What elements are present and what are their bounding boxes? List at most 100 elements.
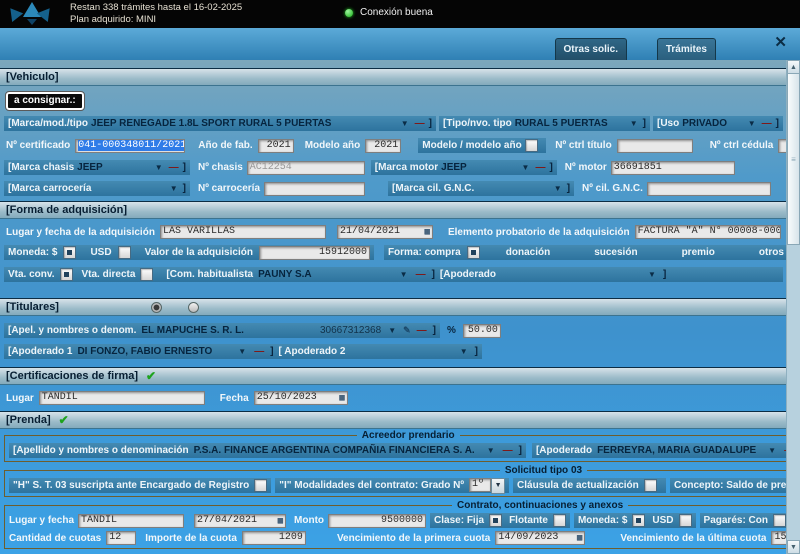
calendar-icon[interactable]: ▦ bbox=[577, 533, 582, 543]
clausula-group: Cláusula de actualización bbox=[513, 478, 666, 493]
compra-checkbox[interactable] bbox=[467, 246, 480, 259]
contrato-usd-checkbox[interactable] bbox=[679, 514, 692, 527]
n-chasis-input[interactable]: AC12254 bbox=[247, 161, 365, 175]
dropdown-icon[interactable]: ▼ bbox=[628, 119, 640, 128]
certificado-input[interactable]: 041-000348011/2021 bbox=[75, 139, 185, 153]
edit-icon[interactable]: ✎ bbox=[403, 325, 411, 336]
monto-input[interactable]: 9500000 bbox=[328, 514, 426, 528]
close-icon[interactable]: ✕ bbox=[774, 35, 787, 50]
dropdown-icon[interactable]: ▼ bbox=[520, 163, 532, 172]
sucesion-label[interactable]: sucesión bbox=[594, 247, 637, 258]
grado-select[interactable]: 1º ▼ bbox=[469, 478, 505, 494]
ctrl-titulo-input[interactable] bbox=[617, 139, 693, 153]
dropdown-icon[interactable]: ▼ bbox=[398, 270, 410, 279]
scroll-down-icon[interactable]: ▼ bbox=[787, 540, 800, 554]
scrollbar-thumb[interactable]: ≡ bbox=[787, 73, 800, 245]
vertical-scrollbar[interactable]: ▲ ≡ ▼ bbox=[786, 60, 800, 554]
dropdown-icon[interactable]: ▼ bbox=[458, 347, 470, 356]
donacion-label[interactable]: donación bbox=[506, 247, 550, 258]
contrato-pesos-checkbox[interactable] bbox=[632, 514, 645, 527]
apel-nombres-label: [Apel. y nombres o denom. bbox=[8, 325, 136, 336]
acreedor-apoderado-value: FERREYRA, MARIA GUADALUPE bbox=[597, 445, 756, 456]
bracket-close: ] bbox=[643, 118, 646, 129]
modelo-anio-label: Modelo año bbox=[305, 140, 361, 151]
anio-fab-label: Año de fab. bbox=[198, 140, 252, 151]
flotante-checkbox[interactable] bbox=[553, 514, 566, 527]
contrato-fecha-input[interactable]: 27/04/2021 ▦ bbox=[194, 514, 286, 528]
elemento-probatorio-input[interactable]: FACTURA "A" N° 00008-00016618 bbox=[635, 225, 781, 239]
section-vehiculo-title: [Vehiculo] bbox=[6, 71, 59, 83]
marca-mod-tipo-value: JEEP RENEGADE 1.8L SPORT RURAL 5 PUERTAS bbox=[91, 118, 331, 129]
remove-icon[interactable]: — bbox=[415, 269, 427, 280]
remove-icon[interactable]: — bbox=[253, 346, 265, 357]
remove-icon[interactable]: — bbox=[761, 118, 773, 129]
dropdown-icon[interactable]: ▼ bbox=[766, 446, 778, 455]
importe-label: Importe de la cuota bbox=[145, 533, 237, 544]
n-carroceria-input[interactable] bbox=[264, 182, 365, 196]
remove-icon[interactable]: — bbox=[534, 162, 546, 173]
porcentaje-label: % bbox=[447, 325, 456, 336]
contrato-lugar-input[interactable]: TANDIL bbox=[78, 514, 184, 528]
clase-fija-checkbox[interactable] bbox=[489, 514, 502, 527]
thumb-grip-icon: ≡ bbox=[791, 155, 796, 164]
modelo-modelo-anio-checkbox[interactable] bbox=[525, 139, 538, 152]
st03-h-checkbox[interactable] bbox=[254, 479, 267, 492]
remove-icon[interactable]: — bbox=[168, 162, 180, 173]
uso-label: [Uso bbox=[657, 118, 679, 129]
titular-radio-2[interactable] bbox=[188, 302, 199, 313]
clausula-checkbox[interactable] bbox=[644, 479, 657, 492]
connection-dot-icon bbox=[345, 9, 353, 17]
cert-lugar-input[interactable]: TANDIL bbox=[39, 391, 205, 405]
lugar-adquisicion-input[interactable]: LAS VARILLAS bbox=[160, 225, 326, 239]
plan-info: Restan 338 trámites hasta el 16-02-2025 … bbox=[70, 2, 242, 26]
acreedor-fieldset: Acreedor prendario [Apellido y nombres o… bbox=[4, 430, 788, 462]
modelo-anio-input[interactable]: 2021 bbox=[365, 139, 401, 153]
vta-directa-checkbox[interactable] bbox=[140, 268, 153, 281]
n-motor-input[interactable]: 36691851 bbox=[611, 161, 735, 175]
dropdown-icon[interactable]: ▼ bbox=[386, 326, 398, 335]
porcentaje-input[interactable]: 50.00 bbox=[463, 324, 501, 338]
venc1-input[interactable]: 14/09/2023 ▦ bbox=[495, 531, 585, 545]
anio-fab-input[interactable]: 2021 bbox=[258, 139, 294, 153]
premio-label[interactable]: premio bbox=[682, 247, 715, 258]
vta-conv-label: Vta. conv. bbox=[8, 269, 55, 280]
titular-radio-1[interactable] bbox=[151, 302, 162, 313]
a-consignar-button[interactable]: a consignar.: bbox=[6, 92, 84, 110]
remove-icon[interactable]: — bbox=[414, 118, 426, 129]
pagares-con-checkbox[interactable] bbox=[773, 514, 786, 527]
vta-directa-label: Vta. directa bbox=[82, 269, 136, 280]
fecha-adquisicion-input[interactable]: 21/04/2021 ▦ bbox=[337, 225, 433, 239]
clausula-label: Cláusula de actualización bbox=[517, 480, 639, 491]
remove-icon[interactable]: — bbox=[502, 445, 514, 456]
n-gnc-input[interactable] bbox=[647, 182, 771, 196]
importe-input[interactable]: 1209 bbox=[242, 531, 306, 545]
calendar-icon[interactable]: ▦ bbox=[278, 516, 283, 526]
dropdown-icon[interactable]: ▼ bbox=[153, 163, 165, 172]
moneda-pesos-checkbox[interactable] bbox=[63, 246, 76, 259]
scroll-up-icon[interactable]: ▲ bbox=[787, 60, 800, 74]
dropdown-icon[interactable]: ▼ bbox=[552, 184, 564, 193]
dropdown-icon[interactable]: ▼ bbox=[485, 446, 497, 455]
com-habitualista-label: [Com. habitualista bbox=[166, 269, 253, 280]
venc1-value: 14/09/2023 bbox=[498, 532, 558, 544]
vta-conv-checkbox[interactable] bbox=[60, 268, 73, 281]
tab-otras-solicitudes[interactable]: Otras solic. bbox=[555, 38, 627, 60]
usd-checkbox[interactable] bbox=[118, 246, 131, 259]
valor-adquisicion-input[interactable]: 15912000 bbox=[259, 246, 370, 260]
marca-carroceria-label: [Marca carrocería bbox=[8, 183, 91, 194]
cert-fecha-input[interactable]: 25/10/2023 ▦ bbox=[254, 391, 348, 405]
calendar-icon[interactable]: ▦ bbox=[425, 227, 430, 237]
dropdown-icon[interactable]: ▼ bbox=[646, 270, 658, 279]
dropdown-icon[interactable]: ▼ bbox=[746, 119, 758, 128]
contrato-usd-label: USD bbox=[652, 515, 673, 526]
dropdown-icon[interactable]: ▼ bbox=[168, 184, 180, 193]
calendar-icon[interactable]: ▦ bbox=[339, 393, 344, 403]
section-certificaciones-title: [Certificaciones de firma] bbox=[6, 370, 138, 382]
tab-tramites[interactable]: Trámites bbox=[657, 38, 716, 60]
cuotas-input[interactable]: 12 bbox=[106, 531, 136, 545]
dropdown-icon[interactable]: ▼ bbox=[399, 119, 411, 128]
otros-label[interactable]: otros bbox=[759, 247, 784, 258]
remove-icon[interactable]: — bbox=[416, 325, 428, 336]
dropdown-icon[interactable]: ▼ bbox=[236, 347, 248, 356]
dropdown-icon[interactable]: ▼ bbox=[491, 478, 505, 494]
